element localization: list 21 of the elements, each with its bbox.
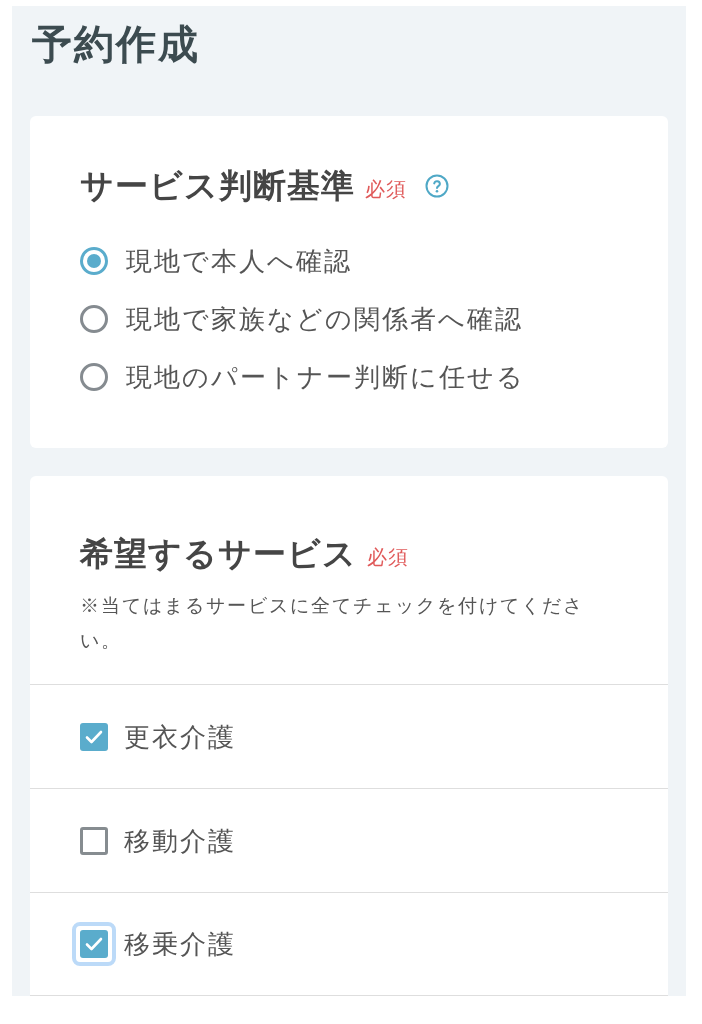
check-icon — [85, 729, 103, 744]
radio-label[interactable]: 現地のパートナー判断に任せる — [126, 364, 525, 390]
radio-button[interactable] — [80, 305, 108, 333]
section-title: サービス判断基準 — [80, 166, 355, 206]
page-title: 予約作成 — [32, 21, 200, 68]
checkbox-label[interactable]: 移乗介護 — [124, 931, 236, 957]
required-tag: 必須 — [367, 547, 409, 567]
radio-button[interactable] — [80, 363, 108, 391]
radio-button[interactable] — [80, 247, 108, 275]
instruction-note: ※当てはまるサービスに全てチェックを付けてください。 — [80, 594, 585, 653]
check-icon — [85, 937, 103, 951]
help-icon[interactable] — [425, 174, 449, 198]
radio-label[interactable]: 現地で家族などの関係者へ確認 — [126, 306, 523, 332]
checkbox-label[interactable]: 移動介護 — [124, 827, 236, 854]
checkbox[interactable] — [80, 722, 108, 751]
required-tag: 必須 — [365, 179, 407, 199]
checkbox[interactable] — [80, 826, 108, 855]
radio-label[interactable]: 現地で本人へ確認 — [126, 248, 352, 274]
checkbox-label[interactable]: 更衣介護 — [124, 723, 236, 750]
checkbox[interactable] — [80, 930, 108, 958]
section-title: 希望するサービス — [80, 534, 357, 574]
